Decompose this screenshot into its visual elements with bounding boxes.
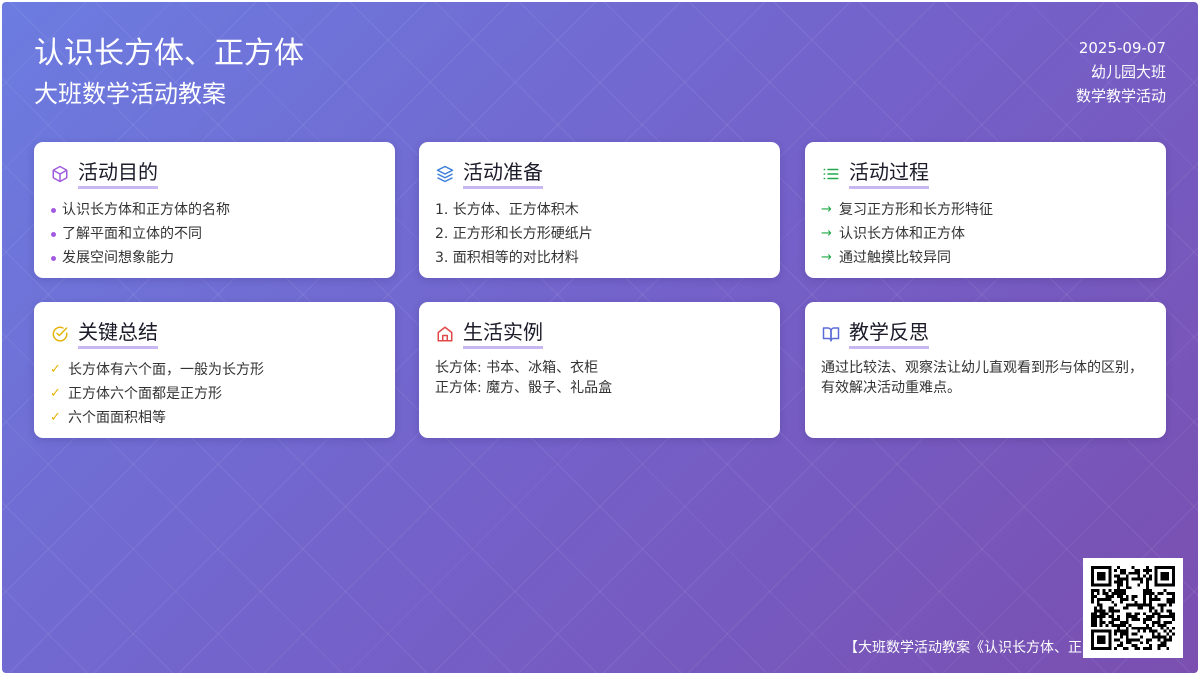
list-item: 1. 长方体、正方体积木	[435, 202, 579, 218]
card-title: 活动过程	[849, 159, 929, 189]
card-title: 活动目的	[78, 159, 158, 189]
page-subtitle: 大班数学活动教案	[34, 80, 226, 108]
checkmark-icon: ✓	[50, 386, 61, 401]
card-title: 活动准备	[463, 159, 543, 189]
meta-info: 2025-09-07 幼儿园大班 数学教学活动	[1076, 36, 1166, 108]
home-icon	[435, 324, 455, 344]
grade-label: 幼儿园大班	[1090, 63, 1166, 81]
list-item: 3. 面积相等的对比材料	[435, 250, 579, 266]
list-item: 了解平面和立体的不同	[50, 222, 379, 246]
list-item: ✓ 长方体有六个面，一般为长方形	[50, 358, 379, 382]
page-title: 认识长方体、正方体	[34, 36, 304, 71]
book-open-icon	[821, 324, 841, 344]
list-item: ✓ 正方体六个面都是正方形	[50, 382, 379, 406]
layers-icon	[435, 164, 455, 184]
card-examples: 生活实例 长方体: 书本、冰箱、衣柜 正方体: 魔方、骰子、礼品盒	[419, 302, 780, 438]
card-goals: 活动目的 认识长方体和正方体的名称 了解平面和立体的不同 发展空间想象能力	[34, 142, 395, 278]
reflection-text: 通过比较法、观察法让幼儿直观看到形与体的区别，有效解决活动重难点。	[821, 360, 1143, 396]
category-label: 数学教学活动	[1075, 87, 1166, 105]
list-item: 2. 正方形和长方形硬纸片	[435, 226, 593, 242]
card-reflection: 教学反思 通过比较法、观察法让幼儿直观看到形与体的区别，有效解决活动重难点。	[805, 302, 1166, 438]
list-item: → 复习正方形和长方形特征	[821, 198, 1150, 222]
check-circle-icon	[50, 324, 70, 344]
list-item: → 通过触摸比较异同	[821, 246, 1150, 270]
arrow-right-icon: →	[821, 250, 832, 265]
footer-link[interactable]: 【大班数学活动教案《认识长方体、正	[844, 638, 1082, 658]
list-item: ✓ 六个面面积相等	[50, 406, 379, 430]
card-title: 教学反思	[849, 319, 929, 349]
list-item: 认识长方体和正方体的名称	[50, 198, 379, 222]
list-icon	[821, 164, 841, 184]
arrow-right-icon: →	[821, 226, 832, 241]
cube-icon	[50, 164, 70, 184]
slide: 认识长方体、正方体 大班数学活动教案 2025-09-07 幼儿园大班 数学教学…	[2, 2, 1198, 673]
qr-code[interactable]	[1083, 558, 1183, 658]
checkmark-icon: ✓	[50, 362, 61, 377]
card-process: 活动过程 → 复习正方形和长方形特征 → 认识长方体和正方体 → 通过触摸比较异同	[805, 142, 1166, 278]
card-title: 关键总结	[78, 319, 158, 349]
checkmark-icon: ✓	[50, 410, 61, 425]
card-prep: 活动准备 1. 长方体、正方体积木 2. 正方形和长方形硬纸片 3. 面积相等的…	[419, 142, 780, 278]
list-item: 正方体: 魔方、骰子、礼品盒	[435, 380, 613, 396]
card-summary: 关键总结 ✓ 长方体有六个面，一般为长方形 ✓ 正方体六个面都是正方形 ✓ 六个面面积…	[34, 302, 395, 438]
arrow-right-icon: →	[821, 202, 832, 217]
card-title: 生活实例	[463, 319, 543, 349]
list-item: 发展空间想象能力	[50, 246, 379, 270]
date-label: 2025-09-07	[1078, 39, 1166, 57]
list-item: 长方体: 书本、冰箱、衣柜	[435, 360, 599, 376]
list-item: → 认识长方体和正方体	[821, 222, 1150, 246]
